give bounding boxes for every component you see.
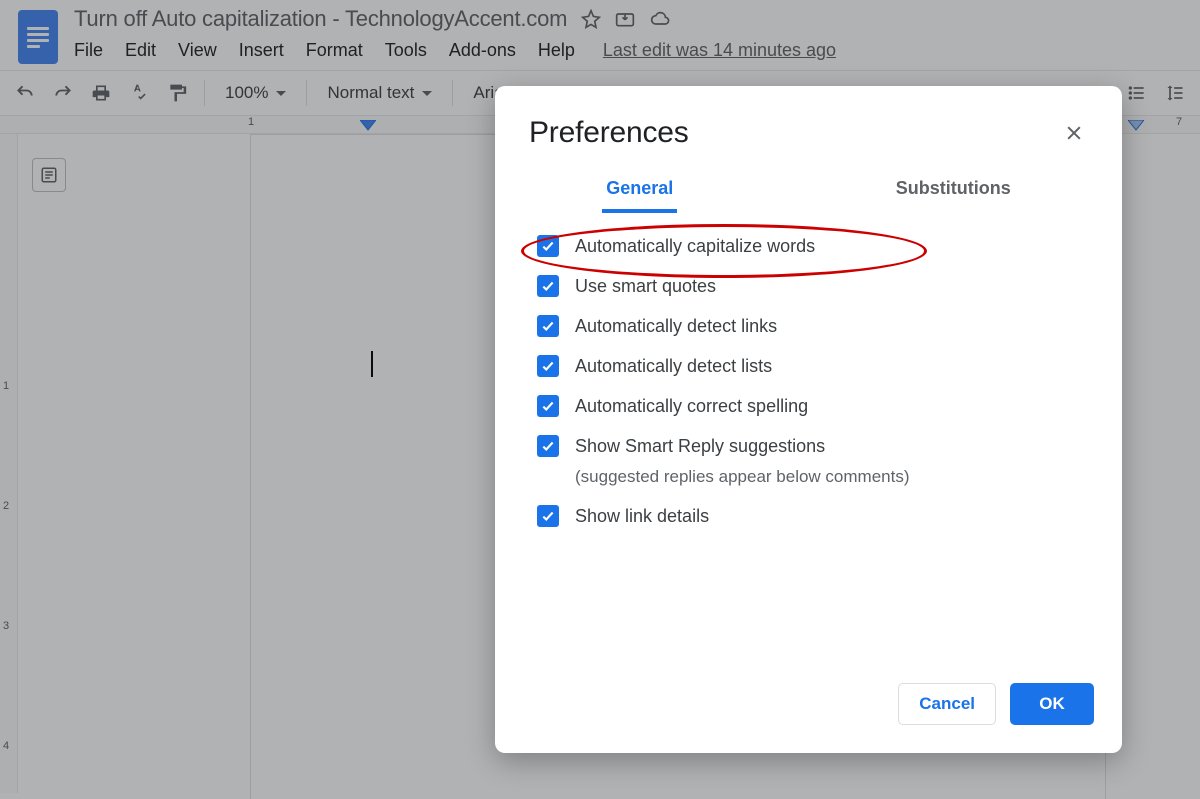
tab-general[interactable]: General — [602, 170, 677, 213]
close-icon[interactable] — [1060, 119, 1088, 147]
checkbox-icon[interactable] — [537, 315, 559, 337]
option-subtext: (suggested replies appear below comments… — [575, 467, 1080, 487]
option-label: Use smart quotes — [575, 276, 716, 297]
preference-options: Automatically capitalize words Use smart… — [495, 213, 1122, 527]
dialog-tabs: General Substitutions — [495, 170, 1122, 213]
option-link-details[interactable]: Show link details — [537, 505, 1080, 527]
option-label: Automatically correct spelling — [575, 396, 808, 417]
option-smart-reply[interactable]: Show Smart Reply suggestions — [537, 435, 1080, 457]
cancel-button[interactable]: Cancel — [898, 683, 996, 725]
checkbox-icon[interactable] — [537, 235, 559, 257]
option-label: Show link details — [575, 506, 709, 527]
ok-button[interactable]: OK — [1010, 683, 1094, 725]
option-smart-quotes[interactable]: Use smart quotes — [537, 275, 1080, 297]
option-label: Show Smart Reply suggestions — [575, 436, 825, 457]
option-auto-capitalize[interactable]: Automatically capitalize words — [537, 235, 1080, 257]
option-detect-links[interactable]: Automatically detect links — [537, 315, 1080, 337]
preferences-dialog: Preferences General Substitutions Automa… — [495, 86, 1122, 753]
option-correct-spelling[interactable]: Automatically correct spelling — [537, 395, 1080, 417]
checkbox-icon[interactable] — [537, 505, 559, 527]
option-label: Automatically detect links — [575, 316, 777, 337]
option-label: Automatically detect lists — [575, 356, 772, 377]
checkbox-icon[interactable] — [537, 275, 559, 297]
checkbox-icon[interactable] — [537, 355, 559, 377]
checkbox-icon[interactable] — [537, 395, 559, 417]
checkbox-icon[interactable] — [537, 435, 559, 457]
option-label: Automatically capitalize words — [575, 236, 815, 257]
option-detect-lists[interactable]: Automatically detect lists — [537, 355, 1080, 377]
dialog-title: Preferences — [529, 116, 689, 150]
tab-substitutions[interactable]: Substitutions — [892, 170, 1015, 213]
